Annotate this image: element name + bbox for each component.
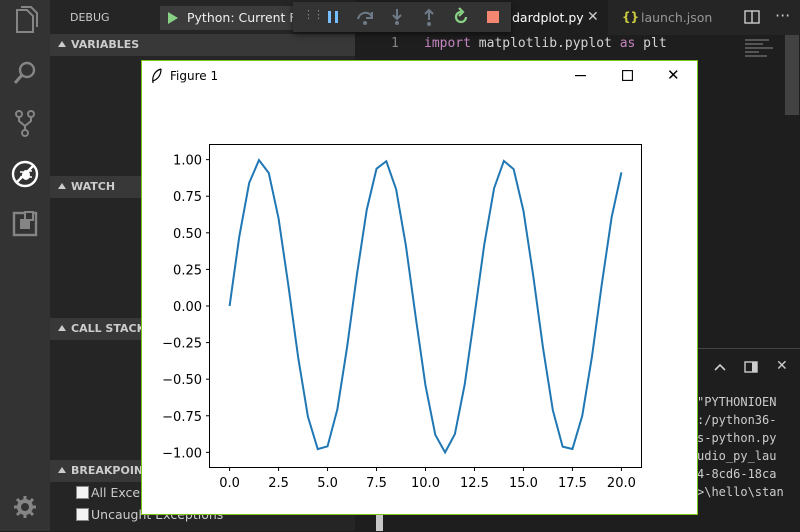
x-tick-label: 20.0 [607, 476, 636, 491]
expand-triangle-icon [58, 183, 66, 189]
files-icon[interactable] [10, 6, 40, 36]
debug-icon[interactable] [10, 159, 40, 189]
y-tick-label: 0.75 [173, 190, 202, 205]
checkbox[interactable] [76, 486, 89, 499]
split-editor-icon[interactable] [744, 10, 760, 24]
section-title: VARIABLES [71, 38, 140, 51]
more-icon[interactable]: ··· [775, 6, 790, 25]
debug-toolbar: ⋮⋮ [293, 2, 511, 32]
activity-bar [0, 0, 50, 531]
code-text: matplotlib.pyplot [470, 36, 620, 51]
maximize-panel-icon[interactable] [744, 361, 758, 373]
section-title: WATCH [71, 180, 116, 193]
x-tick-label: 12.5 [460, 476, 489, 491]
close-icon[interactable]: ✕ [776, 358, 788, 374]
y-tick-label: −0.25 [162, 337, 202, 352]
close-icon[interactable]: ✕ [587, 9, 599, 25]
y-tick-label: 0.25 [173, 263, 202, 278]
chevron-up-icon[interactable] [714, 363, 726, 371]
sidebar-scroll-thumb[interactable] [376, 515, 383, 531]
stop-icon[interactable] [483, 7, 503, 27]
keyword: import [424, 36, 471, 51]
terminal-panel[interactable]: ✕ "PYTHONIOEN :/python36- s-python.py ud… [690, 348, 800, 532]
terminal-line: udio_py_lau [697, 449, 777, 463]
section-title: CALL STACK [71, 322, 146, 335]
expand-triangle-icon [58, 41, 66, 47]
launch-configuration-value: Python: Current File [187, 10, 311, 25]
terminal-line: >\hello\stan [697, 485, 784, 499]
terminal-line: s-python.py [697, 431, 777, 445]
restart-icon[interactable] [451, 7, 471, 27]
variables-section-header[interactable]: VARIABLES [50, 34, 355, 56]
y-tick-label: −1.00 [162, 446, 202, 461]
debug-label: DEBUG [70, 11, 110, 24]
step-out-icon[interactable] [419, 7, 439, 27]
terminal-line: :/python36- [697, 413, 777, 427]
y-tick-label: 0.00 [173, 300, 202, 315]
terminal-line: 4-8cd6-18ca [697, 467, 777, 481]
expand-triangle-icon [58, 325, 66, 331]
code-text: plt [635, 36, 667, 51]
keyword: as [619, 36, 636, 51]
y-tick-label: −0.75 [162, 410, 202, 425]
pause-icon[interactable] [323, 7, 343, 27]
checkbox[interactable] [76, 508, 89, 521]
x-tick-label: 0.0 [219, 476, 240, 491]
expand-triangle-icon [58, 467, 66, 473]
step-over-icon[interactable] [355, 7, 375, 27]
code-line: import matplotlib.pyplot as plt [424, 36, 667, 51]
terminal-line: "PYTHONIOEN [697, 395, 777, 409]
minimap[interactable] [745, 37, 785, 67]
figure-window[interactable]: Figure 1 ✕ 0.0 2.5 5.0 7.5 10.0 12.5 15.0 17.5 2… [141, 60, 698, 515]
y-tick-label: 0.50 [173, 227, 202, 242]
source-control-icon[interactable] [10, 108, 40, 138]
y-tick-label: −0.50 [162, 373, 202, 388]
editor-scrollbar[interactable] [785, 35, 799, 115]
x-tick-label: 15.0 [509, 476, 538, 491]
line-number: 1 [391, 36, 399, 51]
x-tick-label: 7.5 [366, 476, 387, 491]
x-tick-label: 5.0 [317, 476, 338, 491]
x-tick-label: 10.0 [411, 476, 440, 491]
json-file-icon: {} [622, 10, 640, 24]
tab-label: launch.json [641, 10, 713, 25]
settings-gear-icon[interactable] [10, 492, 40, 522]
y-tick-label: 1.00 [173, 154, 202, 169]
series-line [228, 158, 623, 455]
play-icon[interactable] [167, 11, 179, 25]
sine-plot: 0.0 2.5 5.0 7.5 10.0 12.5 15.0 17.5 20.0 −1.00 −0.… [162, 144, 642, 491]
x-tick-label: 17.5 [558, 476, 587, 491]
extensions-icon[interactable] [10, 209, 40, 239]
drag-handle-icon[interactable]: ⋮⋮ [303, 8, 324, 21]
tab-launch-json[interactable]: {} launch.json [608, 0, 736, 35]
axes-frame [209, 144, 642, 468]
step-into-icon[interactable] [387, 7, 407, 27]
x-tick-label: 2.5 [268, 476, 289, 491]
search-icon[interactable] [10, 58, 40, 88]
